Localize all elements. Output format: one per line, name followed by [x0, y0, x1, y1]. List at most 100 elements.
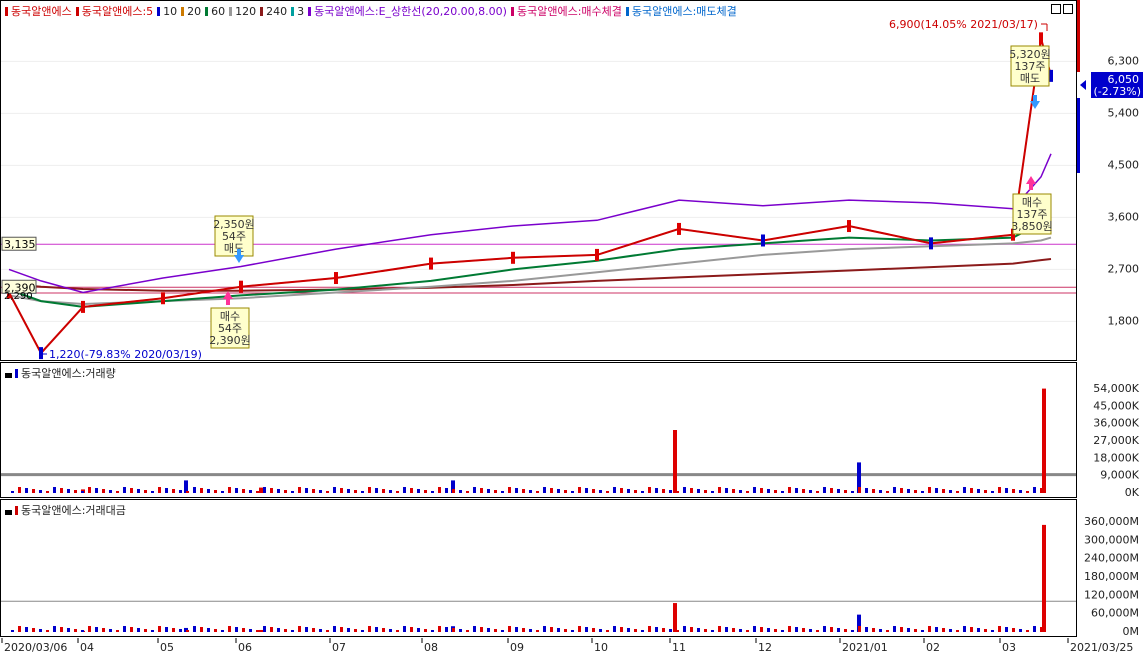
minor-bar: [382, 628, 385, 632]
minor-bar: [95, 627, 98, 632]
minor-bar: [907, 628, 910, 632]
legend-item[interactable]: 동국알앤에스: [5, 5, 72, 18]
minor-bar: [81, 491, 84, 493]
minor-bar: [88, 626, 91, 632]
amount-axis[interactable]: 360,000M 300,000M 240,000M 180,000M 120,000M…: [1077, 499, 1143, 638]
sell-annotation: 5,320원137주매도: [1009, 45, 1051, 87]
amount-chart[interactable]: [1, 500, 1076, 636]
legend-swatch-icon: [260, 7, 264, 16]
legend-label: 동국알앤에스:5: [81, 5, 154, 18]
buy-arrow-icon: [1026, 176, 1036, 190]
x-tick-label: 07: [332, 641, 346, 654]
minor-bar: [753, 487, 756, 493]
minor-bar: [396, 630, 399, 632]
minor-bar: [130, 627, 133, 632]
minor-bar: [326, 630, 329, 632]
minor-bar: [46, 491, 49, 493]
minor-bar: [991, 491, 994, 493]
minor-bar: [774, 629, 777, 632]
minor-bar: [46, 630, 49, 632]
minor-bar: [60, 488, 63, 493]
minor-bar: [193, 487, 196, 493]
minor-bar: [445, 627, 448, 632]
minor-bar: [571, 491, 574, 493]
legend-item[interactable]: 동국알앤에스:5: [75, 5, 154, 18]
minor-bar: [256, 491, 259, 493]
minor-bar: [25, 627, 28, 632]
price-panel[interactable]: 6,900(14.05% 2021/03/17) 1,220(-79.83% 20…: [0, 0, 1077, 361]
legend-item[interactable]: 20: [181, 5, 201, 18]
price-axis[interactable]: 6,300 5,400 4,500 3,600 2,700 1,800 6,050 (-2.7…: [1077, 0, 1143, 361]
minor-bar: [333, 626, 336, 632]
axis-tick-label: 60,000M: [1091, 607, 1139, 620]
minor-bar: [74, 629, 77, 632]
legend-label: 10: [163, 5, 178, 18]
legend-swatch-icon: [157, 7, 161, 16]
axis-tick-label: 300,000M: [1084, 533, 1139, 546]
price-candle: [161, 292, 165, 305]
upper-band-line: [8, 153, 1052, 294]
minor-bar: [984, 490, 987, 493]
price-candle: [511, 251, 515, 264]
minor-bar: [935, 488, 938, 493]
minor-bar: [410, 627, 413, 632]
price-chart[interactable]: 6,900(14.05% 2021/03/17) 1,220(-79.83% 20…: [1, 1, 1076, 360]
maximize-icon[interactable]: [1063, 4, 1073, 14]
price-tick-label: 1,800: [1108, 314, 1140, 327]
minor-bar: [984, 629, 987, 632]
minor-bar: [739, 629, 742, 632]
minor-bar: [242, 628, 245, 632]
price-tick-label: 2,700: [1108, 262, 1140, 275]
legend-item[interactable]: 120: [229, 5, 256, 18]
x-tick-label: 09: [510, 641, 524, 654]
legend-item[interactable]: 동국알앤에스:매도체결: [625, 5, 737, 18]
minimize-icon[interactable]: [1051, 4, 1061, 14]
minor-bar: [361, 630, 364, 632]
legend-swatch-icon: [205, 7, 209, 16]
minor-bar: [158, 626, 161, 632]
minor-bar: [725, 488, 728, 493]
legend-item[interactable]: 60: [205, 5, 225, 18]
minor-bar: [452, 628, 455, 632]
volume-panel[interactable]: 동국알앤에스:거래량: [0, 362, 1077, 498]
minor-bar: [67, 628, 70, 632]
amount-panel[interactable]: 동국알앤에스:거래대금: [0, 499, 1077, 637]
minor-bar: [270, 488, 273, 493]
minor-bar: [564, 490, 567, 493]
amount-legend-label: 동국알앤에스:거래대금: [21, 504, 126, 517]
legend-item[interactable]: 3: [291, 5, 304, 18]
legend-item[interactable]: 240: [260, 5, 287, 18]
sell-annotation: 2,350원54주매도: [213, 215, 255, 257]
volume-chart[interactable]: [1, 363, 1076, 497]
minor-bar: [347, 489, 350, 493]
minor-bar: [606, 630, 609, 632]
legend-item[interactable]: 동국알앤에스:E_상한선(20,20.00,8.00): [308, 5, 507, 18]
minor-bar: [914, 629, 917, 632]
minor-bar: [844, 490, 847, 493]
minor-bar: [550, 627, 553, 632]
minor-bar: [872, 489, 875, 493]
minor-bar: [543, 626, 546, 632]
legend-item[interactable]: 동국알앤에스:매수체결: [510, 5, 622, 18]
minor-bar: [473, 626, 476, 632]
minor-bar: [508, 487, 511, 493]
minor-bar: [641, 491, 644, 493]
price-tick-label: 4,500: [1108, 158, 1140, 171]
axis-tick-label: 45,000K: [1093, 399, 1139, 412]
minor-bar: [718, 626, 721, 632]
legend-item[interactable]: 10: [157, 5, 177, 18]
minor-bar: [18, 626, 21, 632]
minor-bar: [879, 490, 882, 493]
minor-bar: [879, 629, 882, 632]
minor-bar: [536, 630, 539, 632]
minor-bar: [921, 491, 924, 493]
volume-axis[interactable]: 54,000K 45,000K 36,000K 27,000K 18,000K 9,000…: [1077, 362, 1143, 499]
minor-bar: [795, 488, 798, 493]
minor-bar: [802, 489, 805, 493]
panel-window-buttons[interactable]: [1049, 4, 1073, 17]
minor-bar: [1005, 627, 1008, 632]
minor-bar: [907, 489, 910, 493]
minor-bar: [361, 491, 364, 493]
price-candle: [429, 257, 433, 270]
axis-tick-label: 18,000K: [1093, 451, 1139, 464]
